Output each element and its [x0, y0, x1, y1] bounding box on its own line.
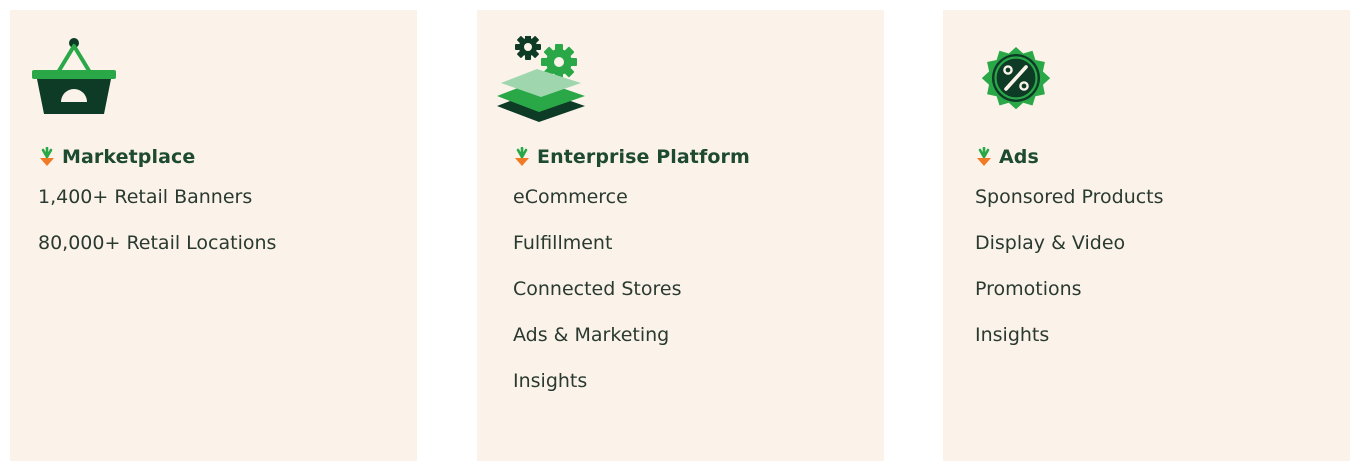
ads-card: Ads Sponsored Products Display & Video P… [943, 10, 1350, 461]
list-item: Fulfillment [513, 232, 613, 254]
enterprise-platform-card: Enterprise Platform eCommerce Fulfillmen… [477, 10, 884, 461]
list-item: 80,000+ Retail Locations [38, 232, 277, 254]
list-item: Display & Video [975, 232, 1126, 254]
list-item: eCommerce [513, 186, 628, 208]
marketplace-title-row: Marketplace [38, 144, 195, 170]
carrot-icon [515, 147, 529, 166]
marketplace-list: 1,400+ Retail Banners 80,000+ Retail Loc… [38, 182, 276, 274]
list-item: Sponsored Products [975, 186, 1164, 208]
list-item: Ads & Marketing [513, 324, 670, 346]
list-item: 1,400+ Retail Banners [38, 186, 253, 208]
percent-badge-icon [981, 47, 1051, 110]
ads-list: Sponsored Products Display & Video Promo… [975, 182, 1164, 366]
list-item: Promotions [975, 278, 1082, 300]
enterprise-platform-list: eCommerce Fulfillment Connected Stores A… [513, 182, 681, 412]
marketplace-title: Marketplace [62, 146, 196, 168]
ads-title: Ads [999, 146, 1039, 168]
carrot-icon [40, 147, 54, 166]
ads-title-row: Ads [975, 144, 1039, 170]
gears-layers-icon [497, 36, 585, 122]
enterprise-platform-title-row: Enterprise Platform [513, 144, 750, 170]
list-item: Insights [975, 324, 1050, 346]
carrot-icon [977, 147, 991, 166]
enterprise-platform-title: Enterprise Platform [537, 146, 750, 168]
shopping-basket-icon [32, 38, 116, 114]
marketplace-card: Marketplace 1,400+ Retail Banners 80,000… [10, 10, 417, 461]
list-item: Connected Stores [513, 278, 682, 300]
list-item: Insights [513, 370, 588, 392]
page: Marketplace 1,400+ Retail Banners 80,000… [0, 0, 1352, 461]
